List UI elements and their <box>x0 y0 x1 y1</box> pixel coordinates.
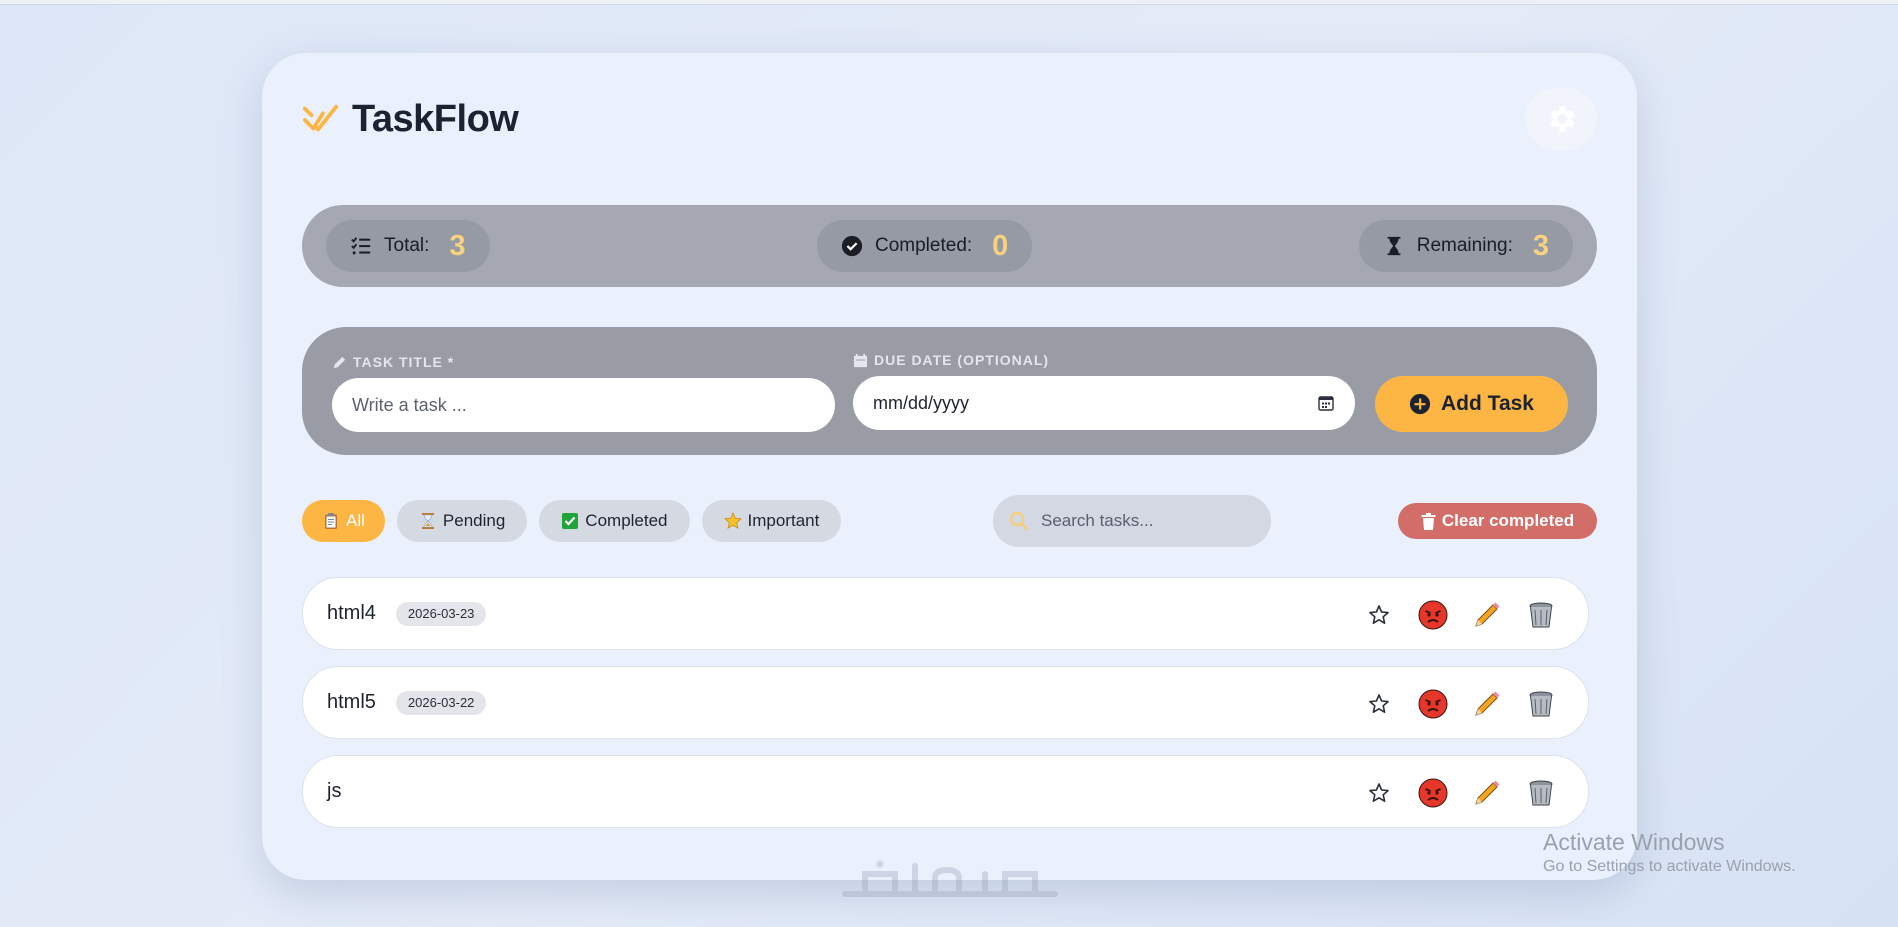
star-icon <box>723 512 742 530</box>
stat-completed-label: Completed: <box>875 235 973 256</box>
task-item[interactable]: html4 2026-03-23 <box>302 577 1589 650</box>
toggle-complete-button[interactable] <box>1416 598 1450 632</box>
double-check-icon <box>302 104 339 131</box>
task-actions <box>1362 667 1558 740</box>
due-date-label: Due Date (Optional) <box>853 352 1049 368</box>
task-list-icon <box>351 237 371 255</box>
stat-total-label: Total: <box>384 235 430 256</box>
star-outline-icon <box>1369 782 1389 802</box>
stat-total: Total: 3 <box>326 220 490 272</box>
star-outline-icon <box>1369 693 1389 713</box>
toggle-important-button[interactable] <box>1362 598 1396 632</box>
task-title-label: Task Title * <box>332 354 454 370</box>
task-list: html4 2026-03-23 html5 2026-03-22 js <box>302 577 1589 844</box>
angry-face-icon <box>1418 600 1448 629</box>
watermark-line-1: Activate Windows <box>1543 829 1725 855</box>
toggle-important-button[interactable] <box>1362 687 1396 721</box>
add-task-button[interactable]: Add Task <box>1375 376 1568 432</box>
star-outline-icon <box>1369 604 1389 624</box>
app-logo: TaskFlow <box>302 98 519 141</box>
clipboard-icon <box>325 513 337 529</box>
task-title-input[interactable] <box>332 378 835 432</box>
search-box[interactable] <box>993 495 1271 547</box>
gear-icon <box>1550 106 1575 132</box>
stat-total-value: 3 <box>449 229 466 262</box>
browser-edge <box>0 0 1898 5</box>
windows-activation-watermark: Activate Windows Go to Settings to activ… <box>1543 828 1796 877</box>
clear-completed-button[interactable]: Clear completed <box>1398 503 1597 539</box>
trash-icon <box>1421 512 1436 530</box>
stats-bar: Total: 3 Completed: 0 Remaining: 3 <box>302 205 1597 287</box>
delete-task-button[interactable] <box>1524 776 1558 810</box>
due-date-value: mm/dd/yyyy <box>873 392 970 413</box>
site-logo-watermark <box>842 860 1058 897</box>
stat-remaining-value: 3 <box>1532 229 1549 262</box>
hourglass-icon <box>421 513 434 529</box>
calendar-picker-icon[interactable] <box>1317 394 1335 412</box>
toggle-important-button[interactable] <box>1362 776 1396 810</box>
pencil-icon <box>1475 691 1500 716</box>
add-task-label: Add Task <box>1441 392 1534 415</box>
toggle-complete-button[interactable] <box>1416 776 1450 810</box>
stat-completed-value: 0 <box>992 229 1009 262</box>
wastebasket-icon <box>1529 780 1553 805</box>
hourglass-icon <box>1387 236 1401 256</box>
calendar-icon <box>853 353 868 367</box>
task-item[interactable]: js <box>302 755 1589 828</box>
filter-important[interactable]: Important <box>701 500 842 542</box>
plus-circle-icon <box>1409 393 1431 415</box>
edit-task-button[interactable] <box>1470 687 1504 721</box>
edit-task-button[interactable] <box>1470 598 1504 632</box>
toggle-complete-button[interactable] <box>1416 687 1450 721</box>
angry-face-icon <box>1418 778 1448 807</box>
app-card: TaskFlow Total: 3 Completed: 0 Remaining… <box>262 53 1637 880</box>
app-title: TaskFlow <box>352 98 519 140</box>
filter-bar: All Pending Completed Important <box>302 500 842 542</box>
task-actions <box>1362 578 1558 651</box>
task-title: html4 <box>327 602 376 624</box>
pencil-icon <box>1475 602 1500 627</box>
delete-task-button[interactable] <box>1524 598 1558 632</box>
filter-pending[interactable]: Pending <box>396 500 528 542</box>
search-icon <box>1009 511 1029 531</box>
stat-completed: Completed: 0 <box>817 220 1033 272</box>
watermark-line-2: Go to Settings to activate Windows. <box>1543 857 1796 875</box>
wastebasket-icon <box>1529 602 1553 627</box>
task-item[interactable]: html5 2026-03-22 <box>302 666 1589 739</box>
wastebasket-icon <box>1529 691 1553 716</box>
search-input[interactable] <box>1041 511 1241 531</box>
settings-button[interactable] <box>1525 88 1597 150</box>
due-date-input[interactable]: mm/dd/yyyy <box>853 376 1355 430</box>
filter-completed[interactable]: Completed <box>539 500 690 542</box>
task-title: html5 <box>327 691 376 713</box>
delete-task-button[interactable] <box>1524 687 1558 721</box>
edit-task-button[interactable] <box>1470 776 1504 810</box>
pencil-icon <box>1475 780 1500 805</box>
pencil-icon <box>333 356 346 368</box>
task-due-date: 2026-03-22 <box>395 690 487 715</box>
check-box-icon <box>562 513 579 529</box>
filter-all[interactable]: All <box>302 500 385 542</box>
task-title: js <box>327 780 342 802</box>
stat-remaining: Remaining: 3 <box>1358 220 1573 272</box>
check-circle-icon <box>841 235 863 257</box>
angry-face-icon <box>1418 689 1448 718</box>
add-task-form: Task Title * Due Date (Optional) mm/dd/y… <box>302 327 1597 455</box>
task-actions <box>1362 756 1558 829</box>
task-due-date: 2026-03-23 <box>395 601 487 626</box>
stat-remaining-label: Remaining: <box>1416 235 1513 256</box>
